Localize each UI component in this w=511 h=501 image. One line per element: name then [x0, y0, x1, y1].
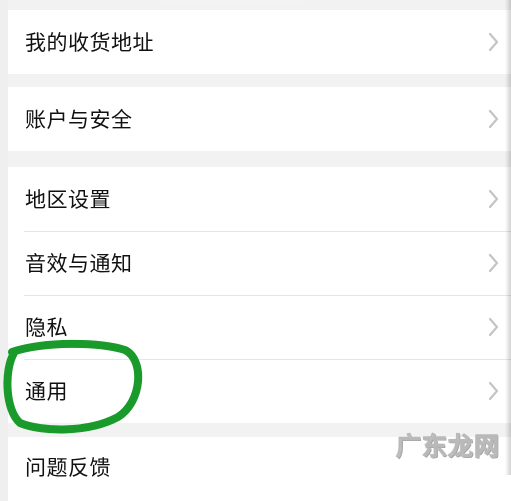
- settings-row-label: 隐私: [25, 316, 68, 340]
- chevron-right-icon: [487, 31, 501, 53]
- address-group: 我的收货地址: [8, 10, 511, 74]
- general-group: 地区设置 音效与通知 隐私 通用: [8, 167, 511, 423]
- watermark: 广东龙网: [395, 432, 500, 462]
- settings-row-privacy[interactable]: 隐私: [8, 295, 511, 359]
- settings-row-label: 地区设置: [25, 188, 111, 212]
- settings-row-label: 音效与通知: [25, 252, 133, 276]
- settings-row-label: 我的收货地址: [25, 31, 154, 55]
- top-edge-fade: [158, 0, 308, 4]
- settings-row-shipping-address[interactable]: 我的收货地址: [8, 10, 511, 74]
- settings-row-general[interactable]: 通用: [8, 359, 511, 423]
- settings-row-sound-notifications[interactable]: 音效与通知: [8, 231, 511, 295]
- chevron-right-icon: [487, 108, 501, 130]
- settings-page: 我的收货地址 账户与安全 地区设置 音效与通知 隐私 通用 问题反馈: [8, 0, 511, 501]
- settings-row-label: 问题反馈: [25, 456, 111, 480]
- settings-row-label: 账户与安全: [25, 108, 133, 132]
- settings-row-account-security[interactable]: 账户与安全: [8, 87, 511, 151]
- chevron-right-icon: [487, 252, 501, 274]
- settings-row-label: 通用: [25, 380, 68, 404]
- account-group: 账户与安全: [8, 87, 511, 151]
- chevron-right-icon: [487, 316, 501, 338]
- settings-row-region[interactable]: 地区设置: [8, 167, 511, 231]
- screen-edge-shadow: [505, 0, 511, 475]
- chevron-right-icon: [487, 188, 501, 210]
- chevron-right-icon: [487, 380, 501, 402]
